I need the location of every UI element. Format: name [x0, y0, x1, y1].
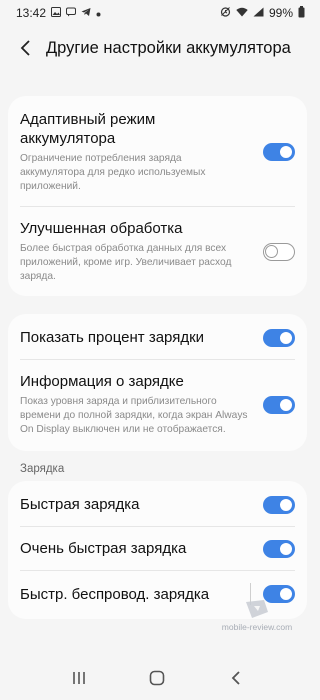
back-icon[interactable]: [221, 663, 251, 693]
section-charging-title: Зарядка: [20, 463, 65, 475]
watermark: mobile-review.com: [212, 598, 302, 632]
row-adaptive-battery[interactable]: Адаптивный режим аккумулятора Ограничени…: [8, 96, 307, 206]
adaptive-battery-label: Адаптивный режим аккумулятора: [20, 111, 156, 147]
page-title: Другие настройки аккумулятора: [46, 38, 291, 57]
telegram-icon: [81, 6, 91, 20]
status-battery-percent: 99%: [268, 6, 293, 20]
charging-info-toggle[interactable]: [263, 395, 295, 414]
card-battery-settings: Адаптивный режим аккумулятора Ограничени…: [8, 96, 307, 296]
home-icon[interactable]: [142, 663, 172, 693]
enhanced-processing-toggle[interactable]: [263, 242, 295, 261]
row-show-percent[interactable]: Показать процент зарядки: [8, 314, 307, 359]
row-charging-info[interactable]: Информация о зарядке Показ уровня заряда…: [8, 360, 307, 451]
dot-icon: [96, 6, 101, 20]
back-arrow-icon[interactable]: [12, 34, 40, 62]
enhanced-processing-label: Улучшенная обработка: [20, 220, 183, 237]
status-bar: 13:42 99%: [0, 0, 315, 26]
row-super-fast-charging[interactable]: Очень быстрая зарядка: [8, 527, 307, 570]
status-time: 13:42: [16, 6, 47, 20]
row-fast-charging[interactable]: Быстрая зарядка: [8, 481, 307, 526]
show-percent-label: Показать процент зарядки: [20, 329, 205, 346]
show-percent-toggle[interactable]: [263, 328, 295, 347]
super-fast-charging-toggle[interactable]: [263, 539, 295, 558]
fast-charging-label: Быстрая зарядка: [20, 496, 140, 513]
enhanced-processing-desc: Более быстрая обработка данных для всех …: [20, 243, 232, 282]
super-fast-charging-label: Очень быстрая зарядка: [20, 540, 187, 557]
watermark-text: mobile-review.com: [221, 622, 293, 632]
adaptive-battery-toggle[interactable]: [263, 143, 295, 161]
wifi-icon: [236, 6, 248, 20]
alarm-icon: [220, 6, 231, 20]
watermark-logo-icon: [246, 600, 268, 618]
wireless-charging-label: Быстр. беспровод. зарядка: [20, 585, 210, 603]
message-icon: [66, 6, 77, 20]
header: Другие настройки аккумулятора: [0, 28, 315, 68]
card-charging-display: Показать процент зарядки Информация о за…: [8, 314, 307, 451]
navigation-bar: [0, 656, 315, 700]
battery-icon: [298, 5, 305, 21]
status-left: 13:42: [16, 6, 101, 20]
charging-info-label: Информация о зарядке: [20, 373, 184, 390]
charging-info-desc: Показ уровня заряда и приблизительного в…: [20, 396, 248, 435]
row-enhanced-processing[interactable]: Улучшенная обработка Более быстрая обраб…: [8, 207, 307, 296]
fast-charging-toggle[interactable]: [263, 495, 295, 514]
image-icon: [51, 6, 62, 20]
recents-icon[interactable]: [64, 663, 94, 693]
adaptive-battery-desc: Ограничение потребления заряда аккумулят…: [20, 153, 206, 192]
status-right: 99%: [220, 5, 305, 21]
signal-icon: [253, 6, 264, 20]
